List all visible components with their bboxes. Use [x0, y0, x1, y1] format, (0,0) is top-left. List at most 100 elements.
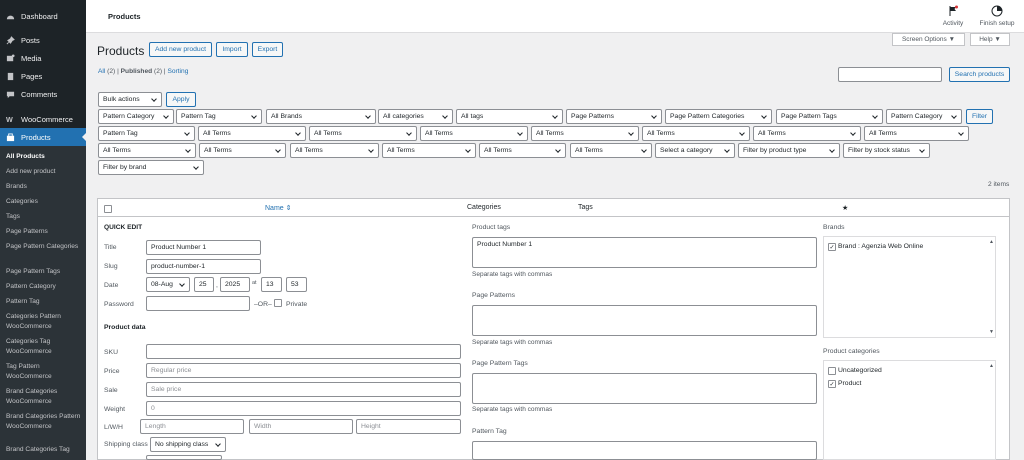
submenu-pattern-tag[interactable]: Pattern Tag — [6, 297, 84, 307]
width-input[interactable]: Width — [249, 419, 353, 434]
featured-star-icon[interactable]: ★ — [842, 204, 848, 212]
private-checkbox[interactable] — [274, 299, 282, 307]
year-input[interactable]: 2025 — [220, 277, 250, 292]
filter-pattern-tag-2[interactable]: Pattern Tag — [98, 126, 195, 141]
view-published-link[interactable]: Published — [121, 68, 153, 75]
regular-price-input[interactable]: Regular price — [146, 363, 461, 378]
submenu-categories[interactable]: Categories — [6, 197, 84, 207]
height-input[interactable]: Height — [356, 419, 461, 434]
sku-input[interactable] — [146, 344, 461, 359]
filter-stock-status[interactable]: Filter by stock status — [843, 143, 930, 158]
hour-input[interactable]: 13 — [261, 277, 282, 292]
filter-pattern-category[interactable]: Pattern Category — [98, 109, 174, 124]
submenu-all-products[interactable]: All Products — [6, 152, 84, 162]
password-input[interactable] — [146, 296, 250, 311]
submenu-brand-categories-pattern[interactable]: Brand Categories Pattern WooCommerce — [6, 412, 84, 432]
filter-terms-1[interactable]: All Terms — [198, 126, 306, 141]
filter-by-brand[interactable]: Filter by brand — [98, 160, 204, 175]
submenu-page-patterns[interactable]: Page Patterns — [6, 227, 84, 237]
scroll-up-icon[interactable]: ▲ — [989, 239, 994, 245]
submenu-tags[interactable]: Tags — [6, 212, 84, 222]
filter-terms-4[interactable]: All Terms — [531, 126, 639, 141]
length-input[interactable]: Length — [140, 419, 244, 434]
finish-setup-button[interactable]: Finish setup — [975, 5, 1019, 27]
select-all-checkbox[interactable] — [104, 205, 112, 213]
categories-list[interactable]: ▲ — [823, 360, 996, 460]
search-input[interactable] — [838, 67, 942, 82]
page-pattern-tags-textarea[interactable] — [472, 373, 817, 404]
scroll-down-icon[interactable]: ▼ — [989, 329, 994, 335]
help-button[interactable]: Help ▼ — [970, 33, 1010, 46]
submenu-categories-pattern[interactable]: Categories Pattern WooCommerce — [6, 312, 84, 332]
filter-product-type[interactable]: Filter by product type — [738, 143, 840, 158]
submenu-brand-categories[interactable]: Brand Categories WooCommerce — [6, 387, 84, 407]
filter-terms-5[interactable]: All Terms — [642, 126, 750, 141]
product-tags-label: Product tags — [472, 224, 511, 231]
view-all-link[interactable]: All — [98, 68, 105, 75]
menu-pages[interactable]: Pages — [0, 67, 86, 85]
brands-list[interactable]: ▲ ▼ — [823, 236, 996, 338]
filter-terms-13[interactable]: All Terms — [570, 143, 652, 158]
product-category-checkbox[interactable]: ✓ — [828, 380, 836, 388]
filter-terms-6[interactable]: All Terms — [753, 126, 861, 141]
month-select[interactable]: 08-Aug — [146, 277, 190, 292]
filter-terms-10[interactable]: All Terms — [290, 143, 379, 158]
filter-page-pattern-tags[interactable]: Page Pattern Tags — [776, 109, 883, 124]
partial-field[interactable] — [146, 455, 222, 460]
submenu-brands[interactable]: Brands — [6, 182, 84, 192]
menu-products[interactable]: Products — [0, 128, 86, 146]
apply-button[interactable]: Apply — [166, 92, 196, 107]
filter-pattern-category-2[interactable]: Pattern Category — [886, 109, 962, 124]
filter-page-patterns[interactable]: Page Patterns — [566, 109, 662, 124]
brand-checkbox[interactable]: ✓ — [828, 243, 836, 251]
menu-media[interactable]: Media — [0, 49, 86, 67]
screen-options-button[interactable]: Screen Options ▼ — [892, 33, 965, 46]
submenu-page-pattern-categories[interactable]: Page Pattern Categories — [6, 242, 84, 252]
filter-terms-2[interactable]: All Terms — [309, 126, 417, 141]
product-tags-textarea[interactable]: Product Number 1 — [472, 237, 817, 268]
filter-terms-9[interactable]: All Terms — [199, 143, 286, 158]
slug-input[interactable]: product-number-1 — [146, 259, 261, 274]
filter-tags[interactable]: All tags — [456, 109, 563, 124]
cat-scroll-up-icon[interactable]: ▲ — [989, 363, 994, 369]
day-input[interactable]: 25 — [194, 277, 214, 292]
slug-label: Slug — [104, 263, 118, 270]
view-sorting-link[interactable]: Sorting — [167, 68, 188, 75]
add-new-product-button[interactable]: Add new product — [149, 42, 212, 57]
submenu-page-pattern-tags[interactable]: Page Pattern Tags — [6, 267, 84, 277]
filter-terms-12[interactable]: All Terms — [479, 143, 566, 158]
search-products-button[interactable]: Search products — [949, 67, 1010, 82]
filter-select-category[interactable]: Select a category — [655, 143, 735, 158]
filter-terms-8[interactable]: All Terms — [98, 143, 196, 158]
pattern-tag-textarea[interactable] — [472, 441, 817, 460]
bulk-actions-select[interactable]: Bulk actions — [98, 92, 162, 107]
import-button[interactable]: Import — [216, 42, 248, 57]
submenu-categories-tag[interactable]: Categories Tag WooCommerce — [6, 337, 84, 357]
uncategorized-checkbox[interactable] — [828, 367, 836, 375]
page-patterns-textarea[interactable] — [472, 305, 817, 336]
submenu-add-new[interactable]: Add new product — [6, 167, 84, 177]
filter-terms-7[interactable]: All Terms — [864, 126, 969, 141]
filter-terms-11[interactable]: All Terms — [382, 143, 476, 158]
export-button[interactable]: Export — [252, 42, 283, 57]
name-column-header[interactable]: Name ⇕ — [265, 204, 292, 212]
shipping-class-select[interactable]: No shipping class — [150, 437, 226, 452]
filter-page-pattern-categories[interactable]: Page Pattern Categories — [665, 109, 772, 124]
filter-terms-3[interactable]: All Terms — [420, 126, 528, 141]
filter-categories[interactable]: All categories — [378, 109, 453, 124]
submenu-brand-categories-tag[interactable]: Brand Categories Tag — [6, 445, 84, 455]
minute-input[interactable]: 53 — [286, 277, 307, 292]
filter-button[interactable]: Filter — [966, 109, 993, 124]
filter-brands[interactable]: All Brands — [266, 109, 376, 124]
submenu-pattern-category[interactable]: Pattern Category — [6, 282, 84, 292]
weight-input[interactable]: 0 — [146, 401, 461, 416]
activity-button[interactable]: Activity — [938, 5, 968, 27]
filter-pattern-tag[interactable]: Pattern Tag — [176, 109, 262, 124]
menu-woocommerce[interactable]: W WooCommerce — [0, 110, 86, 128]
menu-posts[interactable]: Posts — [0, 31, 86, 49]
submenu-tag-pattern[interactable]: Tag Pattern WooCommerce — [6, 362, 84, 382]
menu-dashboard[interactable]: Dashboard — [0, 7, 86, 25]
sale-price-input[interactable]: Sale price — [146, 382, 461, 397]
title-input[interactable]: Product Number 1 — [146, 240, 261, 255]
menu-comments[interactable]: Comments — [0, 85, 86, 103]
